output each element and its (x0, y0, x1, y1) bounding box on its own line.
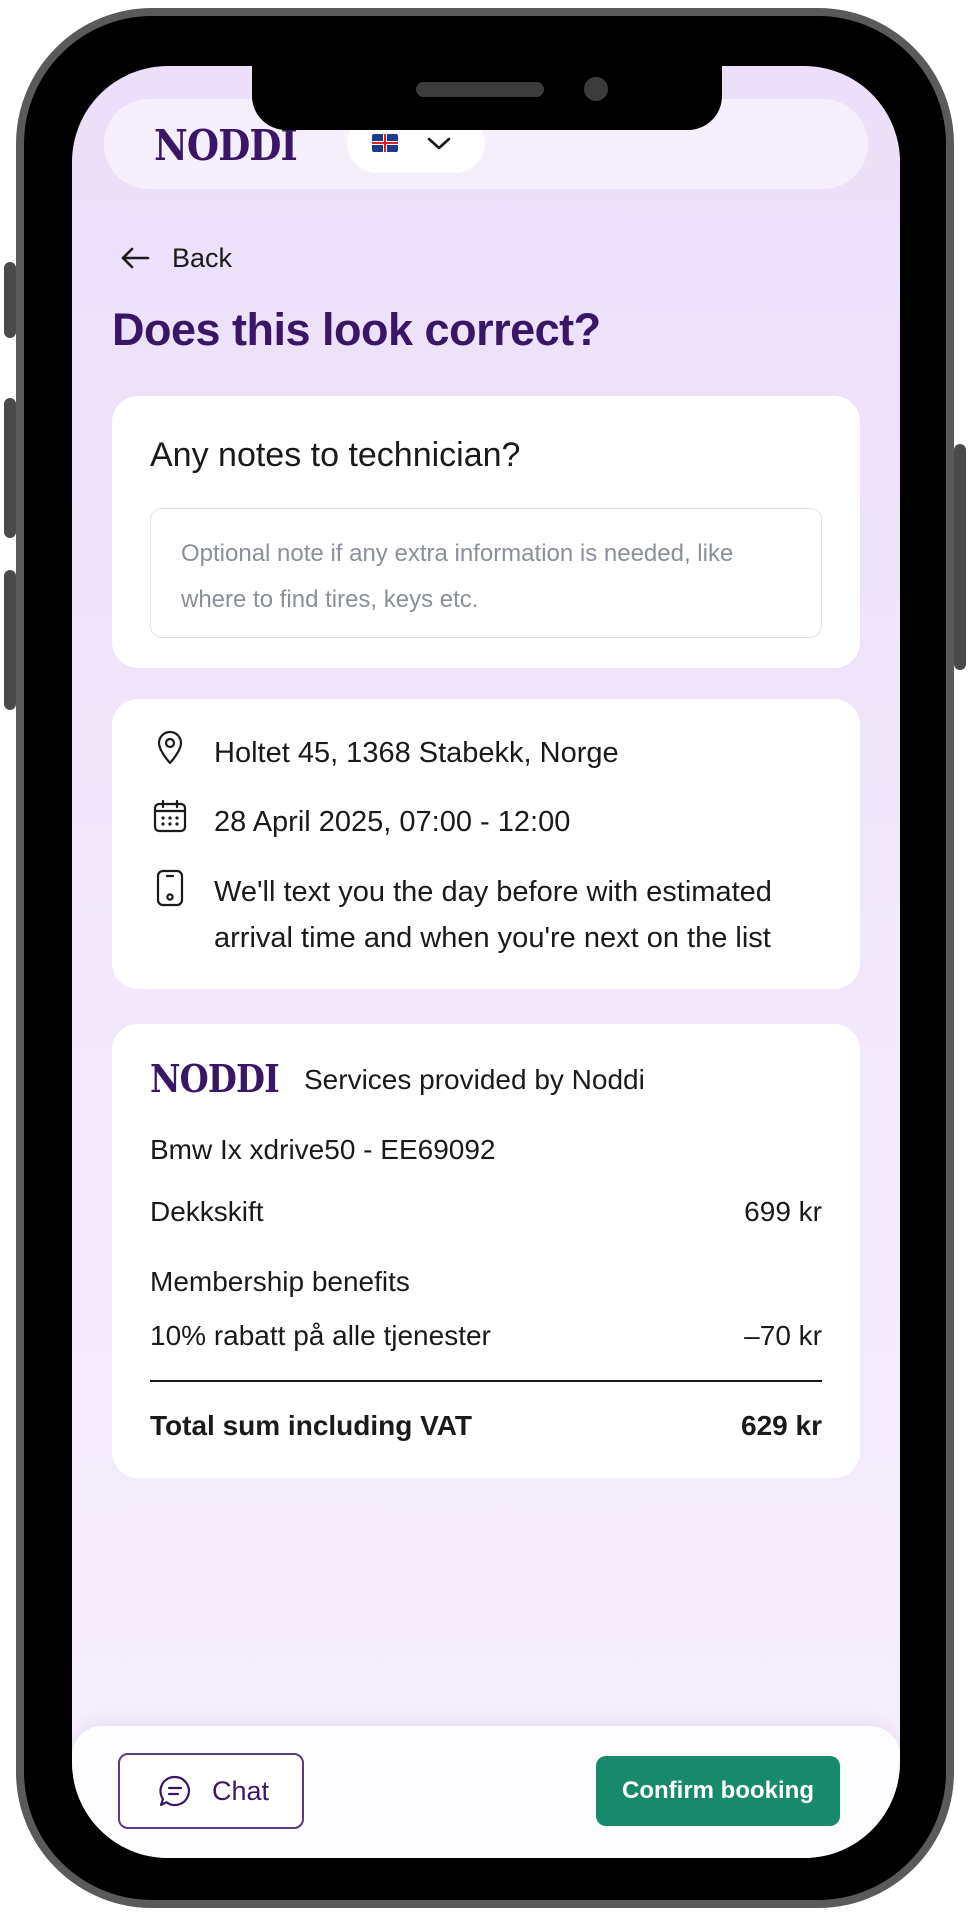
provider-text: Services provided by Noddi (304, 1064, 645, 1095)
service-name: Dekkskift (150, 1196, 264, 1227)
chat-bubble-icon (159, 1775, 190, 1807)
total-divider (150, 1380, 822, 1382)
date-row: 28 April 2025, 07:00 - 12:00 (152, 799, 570, 845)
total-price: 629 kr (741, 1410, 822, 1441)
chat-label: Chat (212, 1775, 270, 1806)
phone-icon (156, 869, 184, 907)
location-pin-icon (157, 730, 183, 765)
membership-heading: Membership benefits (150, 1266, 410, 1297)
chat-button[interactable]: Chat (118, 1753, 304, 1829)
back-button[interactable]: Back (120, 238, 232, 278)
phone-silent-switch (4, 262, 16, 338)
noddi-logo-small: NODDI (150, 1056, 280, 1101)
technician-notes-input[interactable] (150, 508, 822, 638)
service-price: 699 kr (744, 1196, 822, 1227)
discount-price: –70 kr (744, 1320, 822, 1351)
address-row: Holtet 45, 1368 Stabekk, Norge (152, 730, 619, 776)
chevron-down-icon (427, 137, 451, 150)
calendar-icon (153, 799, 187, 833)
uk-flag-icon (372, 134, 398, 152)
phone-notch (252, 66, 722, 130)
car-info: Bmw Ix xdrive50 - EE69092 (150, 1134, 496, 1165)
speaker-grille (416, 82, 544, 97)
discount-name: 10% rabatt på alle tjenester (150, 1320, 491, 1351)
front-camera (584, 77, 608, 101)
price-summary-card: NODDI Services provided by Noddi Bmw Ix … (112, 1024, 860, 1478)
sms-notice-text: We'll text you the day before with estim… (214, 876, 772, 954)
notes-card: Any notes to technician? (112, 396, 860, 668)
arrow-left-icon (121, 247, 150, 269)
app-screen: NODDI Back Does this look correct? Any n… (72, 66, 900, 1858)
date-text: 28 April 2025, 07:00 - 12:00 (214, 806, 571, 838)
total-label: Total sum including VAT (150, 1410, 472, 1441)
phone-power-button (954, 444, 966, 670)
back-label: Back (172, 242, 233, 273)
notes-heading: Any notes to technician? (150, 436, 521, 474)
address-text: Holtet 45, 1368 Stabekk, Norge (214, 737, 619, 769)
page-title: Does this look correct? (112, 304, 601, 355)
confirm-booking-button[interactable]: Confirm booking (596, 1756, 840, 1826)
bottom-action-bar: Chat Confirm booking (72, 1726, 900, 1858)
booking-details-card: Holtet 45, 1368 Stabekk, Norge 28 April … (112, 699, 860, 989)
sms-notice-row: We'll text you the day before with estim… (152, 869, 824, 961)
phone-volume-up (4, 398, 16, 538)
phone-volume-down (4, 570, 16, 710)
